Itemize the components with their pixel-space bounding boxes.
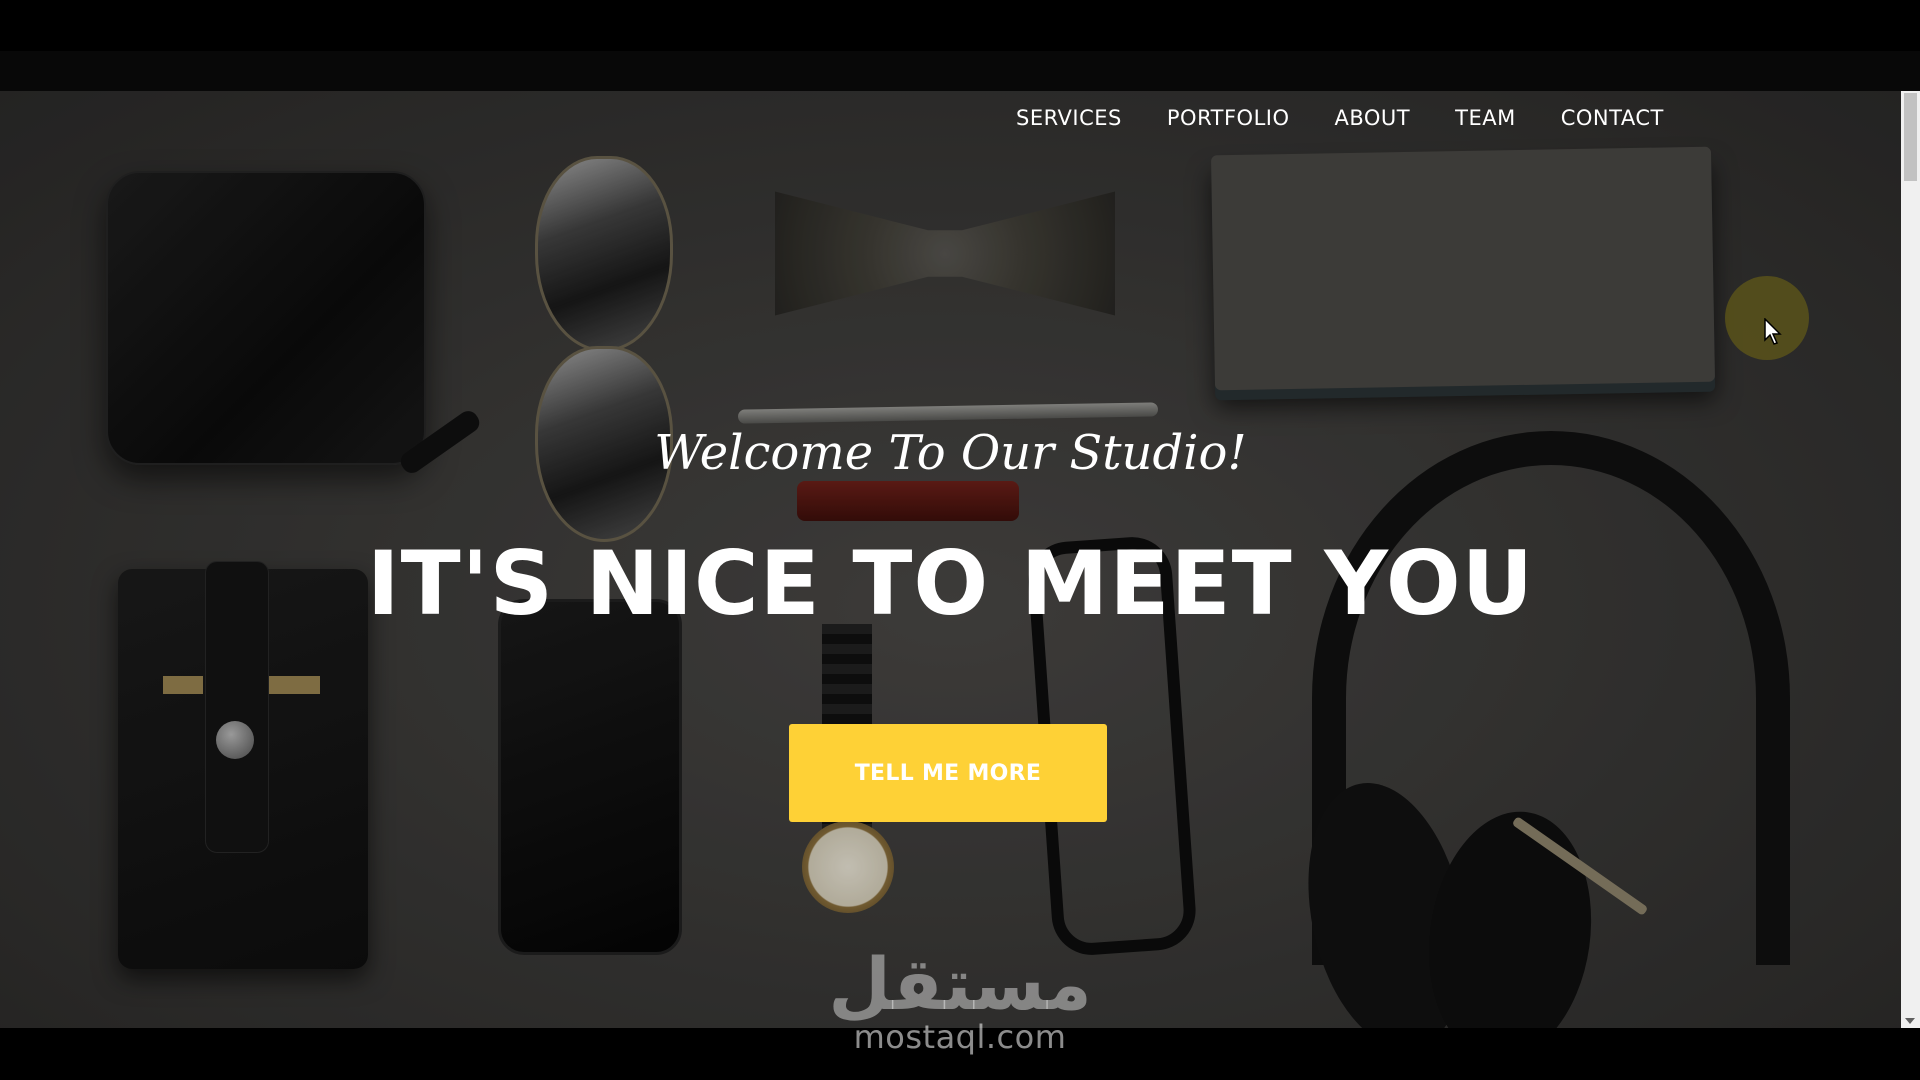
tell-me-more-button[interactable]: TELL ME MORE bbox=[789, 724, 1107, 822]
page-scrollbar[interactable] bbox=[1901, 91, 1920, 1028]
watermark-logo: مستقل bbox=[828, 942, 1092, 1026]
mouse-pointer-icon bbox=[1764, 318, 1782, 345]
watermark-text: mostaql.com bbox=[853, 1018, 1067, 1056]
hero-subtitle: Welcome To Our Studio! bbox=[654, 425, 1247, 481]
nav-item-contact[interactable]: CONTACT bbox=[1561, 106, 1664, 130]
scrollbar-thumb[interactable] bbox=[1904, 93, 1917, 181]
nav-item-services[interactable]: SERVICES bbox=[1016, 106, 1122, 130]
browser-top-strip bbox=[0, 51, 1920, 91]
screen-top-bar bbox=[0, 0, 1920, 51]
main-nav: SERVICES PORTFOLIO ABOUT TEAM CONTACT bbox=[1016, 106, 1664, 130]
nav-item-portfolio[interactable]: PORTFOLIO bbox=[1167, 106, 1290, 130]
nav-item-about[interactable]: ABOUT bbox=[1335, 106, 1411, 130]
nav-item-team[interactable]: TEAM bbox=[1455, 106, 1516, 130]
hero-title: IT'S NICE TO MEET YOU bbox=[366, 532, 1535, 635]
